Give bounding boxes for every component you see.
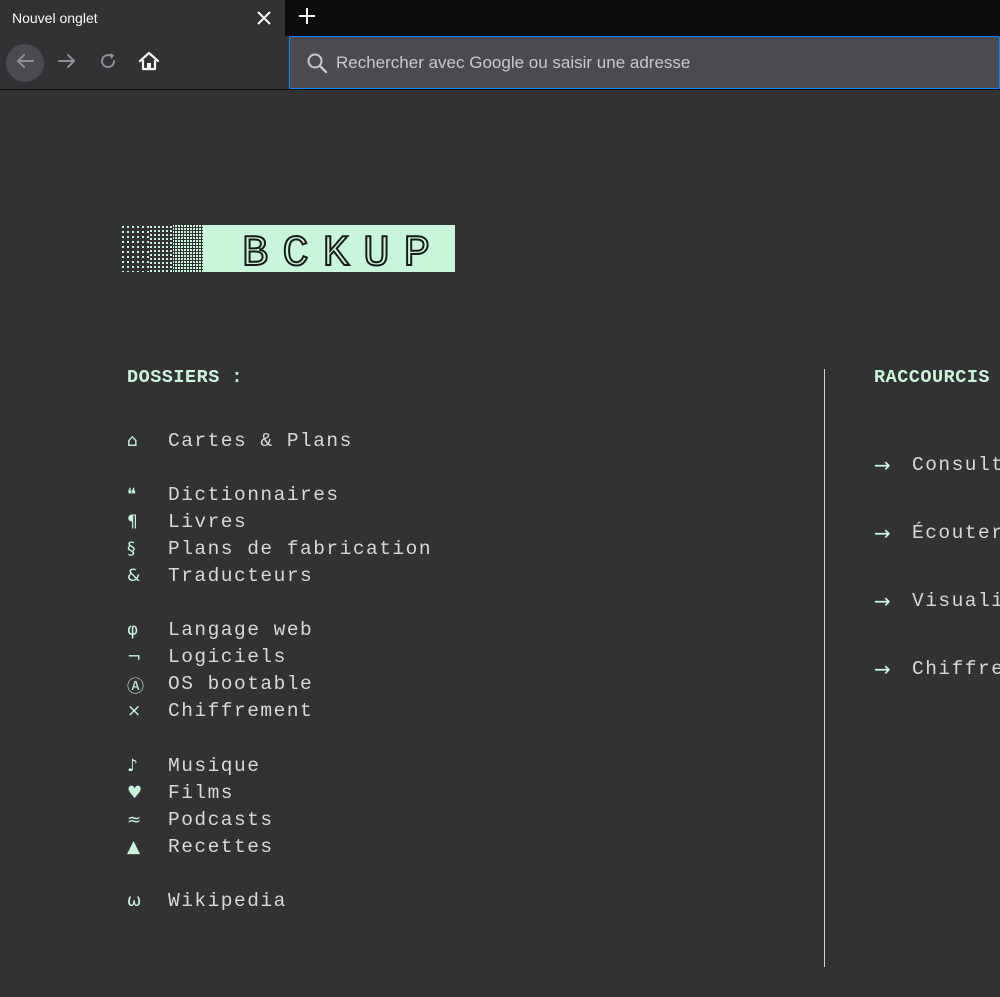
quote-icon: ❝	[127, 484, 137, 505]
pilcrow-icon: ¶	[127, 511, 138, 532]
folder-label: Langage web	[168, 619, 314, 642]
folder-label: Films	[168, 781, 235, 804]
house-icon: ⌂	[127, 430, 138, 451]
tab-title: Nouvel onglet	[12, 10, 98, 26]
folder-label: Traducteurs	[168, 565, 314, 588]
shortcut-visuali[interactable]: → Visuali	[874, 567, 1000, 635]
search-input[interactable]	[336, 49, 986, 77]
forward-icon	[57, 51, 77, 76]
multiply-icon: ×	[127, 701, 142, 722]
tab-bar: Nouvel onglet	[0, 0, 1000, 36]
logo-text: BCKUP	[242, 229, 444, 272]
shortcut-label: Visuali	[912, 590, 1000, 612]
tab-new-tab[interactable]: Nouvel onglet	[0, 0, 285, 36]
bckup-logo: BCKUP	[121, 225, 455, 272]
reload-icon	[98, 51, 118, 76]
arrow-right-icon: →	[874, 521, 891, 545]
folder-label: Wikipedia	[168, 890, 287, 913]
folder-label: Dictionnaires	[168, 483, 340, 506]
shortcut-list: → Consult → Écouter → Visuali → Chiffre	[874, 431, 1000, 703]
wave-icon: ≈	[127, 809, 142, 830]
circled-a-icon: Ⓐ	[127, 676, 144, 697]
folder-dictionnaires[interactable]: ❝ Dictionnaires	[127, 481, 432, 508]
shortcut-label: Écouter	[912, 522, 1000, 544]
arrow-right-icon: →	[874, 657, 891, 681]
column-divider	[824, 369, 825, 967]
shortcut-consult[interactable]: → Consult	[874, 431, 1000, 499]
folder-wikipedia[interactable]: ω Wikipedia	[127, 888, 432, 915]
plus-icon	[298, 7, 316, 30]
folder-films[interactable]: ♥ Films	[127, 779, 432, 806]
forward-button[interactable]	[48, 44, 86, 82]
folder-label: Cartes & Plans	[168, 429, 353, 452]
reload-button[interactable]	[89, 44, 127, 82]
folder-plans-fabrication[interactable]: § Plans de fabrication	[127, 535, 432, 562]
triangle-icon: ▲	[127, 836, 141, 857]
folder-label: Recettes	[168, 835, 274, 858]
folder-cartes-plans[interactable]: ⌂ Cartes & Plans	[127, 427, 432, 454]
home-icon	[138, 50, 160, 77]
folder-list: ⌂ Cartes & Plans ❝ Dictionnaires ¶ Livre…	[127, 427, 432, 915]
folder-os-bootable[interactable]: Ⓐ OS bootable	[127, 671, 432, 698]
folder-label: Livres	[168, 510, 248, 533]
ampersand-icon: &	[127, 566, 141, 587]
shortcut-ecouter[interactable]: → Écouter	[874, 499, 1000, 567]
shortcut-chiffre[interactable]: → Chiffre	[874, 635, 1000, 703]
folder-label: OS bootable	[168, 673, 314, 696]
not-sign-icon: ¬	[127, 647, 142, 668]
back-icon	[15, 51, 35, 76]
folder-label: Logiciels	[168, 646, 287, 669]
raccourcis-title: RACCOURCIS	[874, 367, 991, 388]
home-button[interactable]	[130, 44, 168, 82]
music-note-icon: ♪	[127, 755, 138, 776]
new-tab-button[interactable]	[294, 5, 320, 31]
section-icon: §	[127, 538, 136, 559]
phi-icon: φ	[127, 620, 139, 641]
page-content: BCKUP DOSSIERS : ⌂ Cartes & Plans ❝ Dict…	[0, 91, 1000, 997]
arrow-right-icon: →	[874, 589, 891, 613]
back-button[interactable]	[6, 44, 44, 82]
folder-podcasts[interactable]: ≈ Podcasts	[127, 806, 432, 833]
search-icon	[306, 52, 328, 74]
folder-label: Musique	[168, 754, 261, 777]
shortcut-label: Chiffre	[912, 658, 1000, 680]
dossiers-title: DOSSIERS :	[127, 367, 244, 388]
close-icon[interactable]	[252, 6, 276, 30]
folder-recettes[interactable]: ▲ Recettes	[127, 833, 432, 860]
shortcut-label: Consult	[912, 454, 1000, 476]
folder-logiciels[interactable]: ¬ Logiciels	[127, 644, 432, 671]
arrow-right-icon: →	[874, 453, 891, 477]
folder-traducteurs[interactable]: & Traducteurs	[127, 562, 432, 589]
heart-icon: ♥	[127, 782, 143, 803]
folder-label: Chiffrement	[168, 700, 314, 723]
folder-label: Plans de fabrication	[168, 537, 433, 560]
folder-langage-web[interactable]: φ Langage web	[127, 617, 432, 644]
nav-toolbar	[0, 36, 1000, 90]
folder-musique[interactable]: ♪ Musique	[127, 752, 432, 779]
url-bar[interactable]	[289, 36, 1000, 89]
folder-label: Podcasts	[168, 808, 274, 831]
folder-chiffrement[interactable]: × Chiffrement	[127, 698, 432, 725]
omega-icon: ω	[127, 891, 142, 912]
folder-livres[interactable]: ¶ Livres	[127, 508, 432, 535]
